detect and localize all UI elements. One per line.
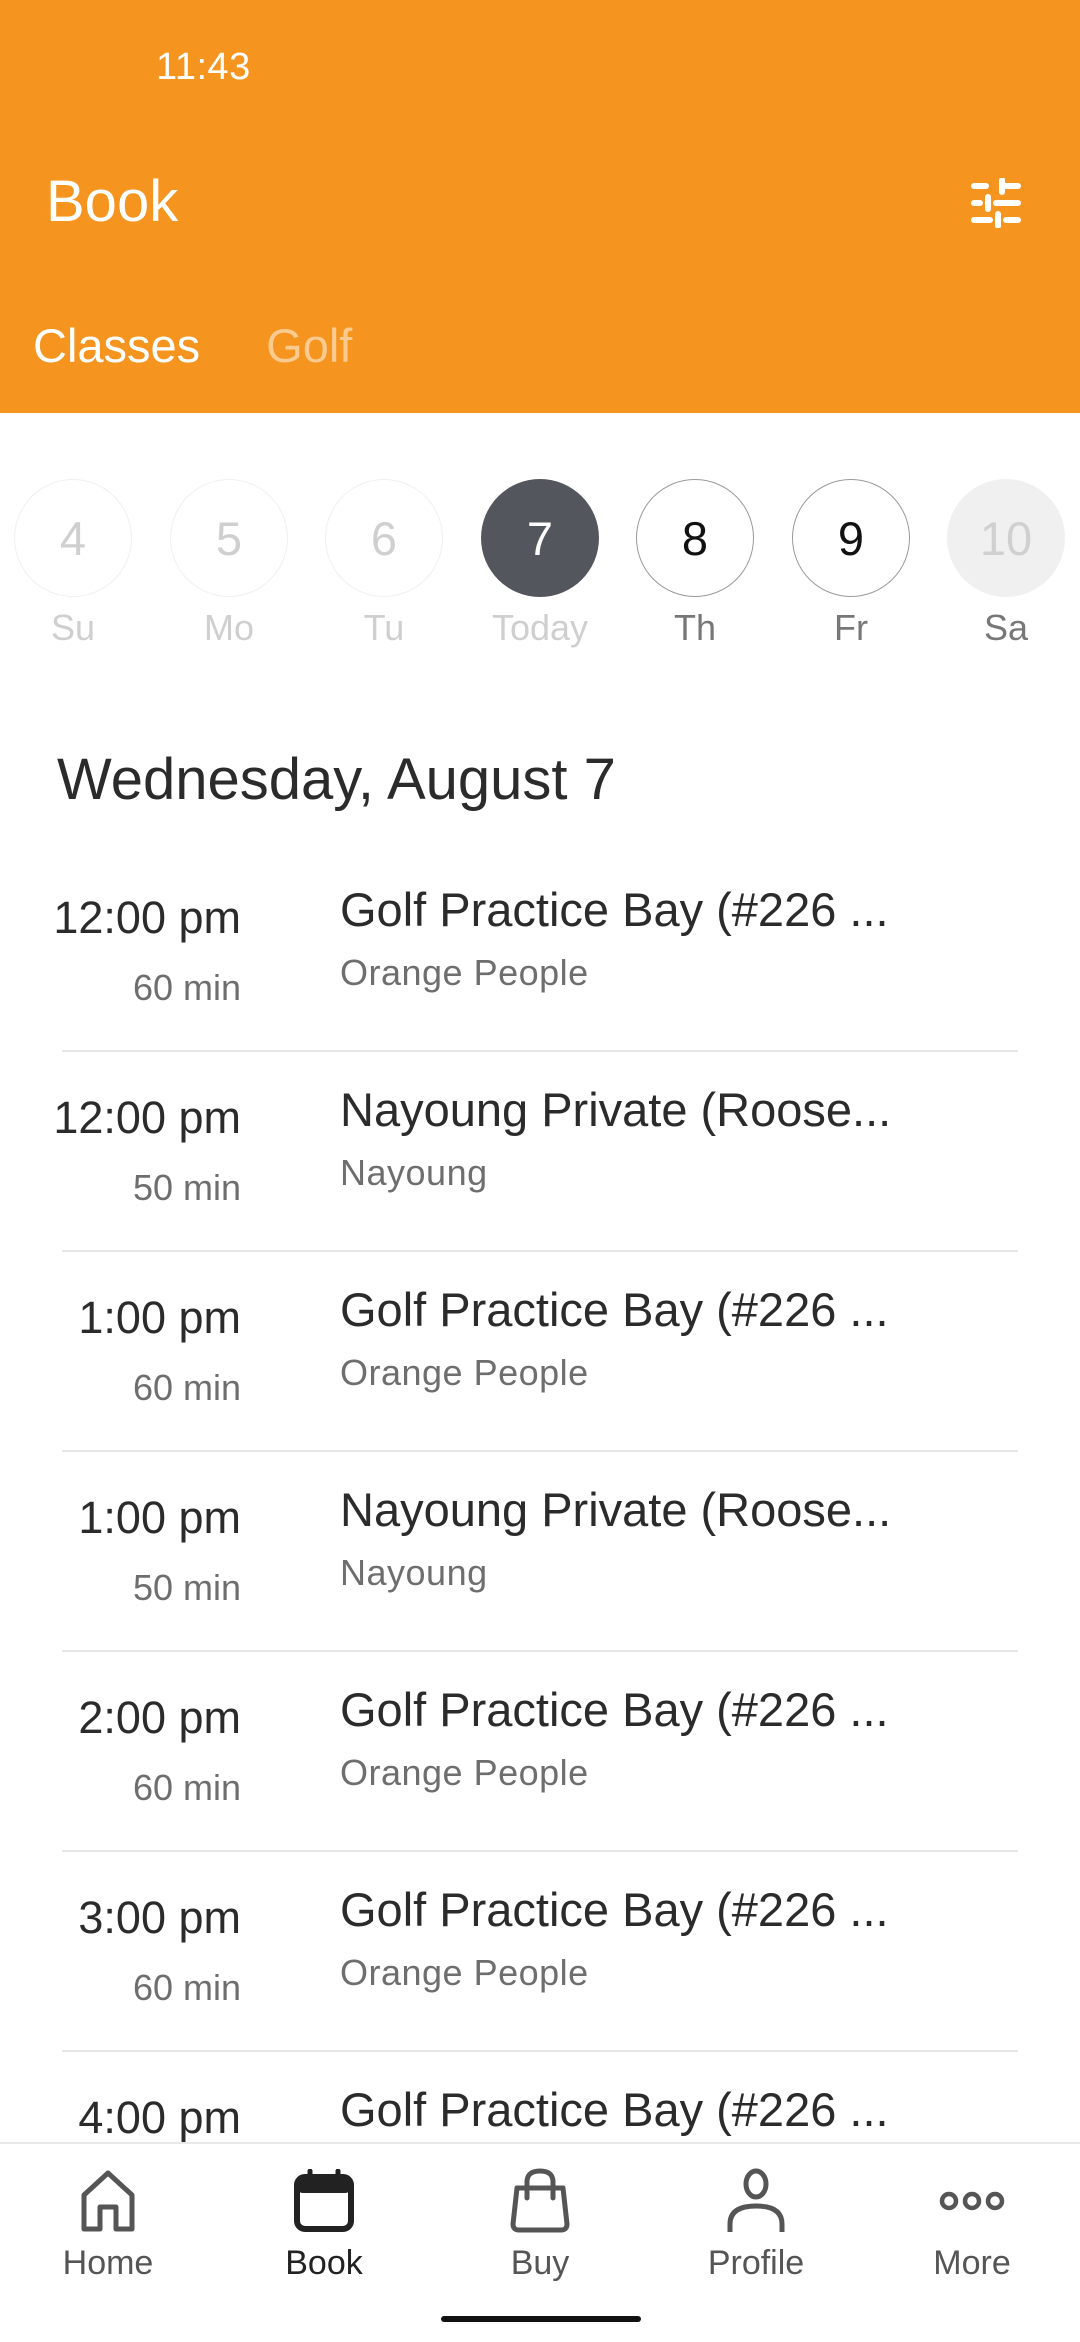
class-name: Nayoung Private (Roose... — [340, 1483, 892, 1536]
class-duration: 50 min — [132, 1567, 241, 1608]
nav-label: Book — [285, 2244, 363, 2282]
class-duration: 50 min — [132, 1167, 241, 1208]
bottom-nav: Home Book Buy Profile More — [0, 2142, 1080, 2342]
class-time: 2:00 pm — [78, 1692, 241, 1743]
class-time: 1:00 pm — [78, 1292, 241, 1343]
class-name: Nayoung Private (Roose... — [340, 1083, 892, 1136]
day-thursday[interactable]: 8 Th — [635, 479, 755, 649]
more-dots-icon — [937, 2166, 1007, 2236]
sliders-icon — [971, 178, 1021, 228]
category-tabs: Classes Golf — [33, 318, 352, 373]
list-item[interactable]: 3:00 pm 60 min Golf Practice Bay (#226 .… — [0, 1852, 1080, 2052]
class-time: 3:00 pm — [78, 1892, 241, 1943]
class-name: Golf Practice Bay (#226 ... — [340, 883, 889, 936]
calendar-icon — [289, 2166, 359, 2236]
class-instructor: Nayoung — [340, 1552, 488, 1593]
nav-home[interactable]: Home — [0, 2144, 216, 2294]
filter-button[interactable] — [960, 170, 1032, 236]
status-bar-time: 11:43 — [156, 46, 251, 88]
class-duration: 60 min — [132, 1767, 241, 1808]
day-label: Today — [491, 607, 589, 648]
day-number: 4 — [14, 479, 132, 597]
app-header: 11:43 Book Classes Golf — [0, 0, 1080, 413]
list-item[interactable]: 12:00 pm 60 min Golf Practice Bay (#226 … — [0, 852, 1080, 1052]
day-number: 8 — [636, 479, 754, 597]
nav-label: Home — [62, 2244, 154, 2282]
day-monday[interactable]: 5 Mo — [169, 479, 289, 649]
date-strip: 4 Su 5 Mo 6 Tu 7 Today 8 Th 9 Fr 10 Sa — [0, 479, 1080, 659]
day-today[interactable]: 7 Today — [480, 479, 600, 649]
day-number: 9 — [792, 479, 910, 597]
nav-label: More — [933, 2244, 1011, 2282]
class-name: Golf Practice Bay (#226 ... — [340, 2083, 889, 2136]
class-instructor: Nayoung — [340, 1152, 488, 1193]
shopping-bag-icon — [505, 2166, 575, 2236]
nav-profile[interactable]: Profile — [648, 2144, 864, 2294]
class-duration: 60 min — [132, 1967, 241, 2008]
day-label: Th — [673, 607, 716, 648]
date-heading: Wednesday, August 7 — [57, 747, 616, 812]
day-label: Mo — [203, 607, 254, 648]
day-sunday[interactable]: 4 Su — [13, 479, 133, 649]
class-time: 12:00 pm — [53, 1092, 241, 1143]
nav-book[interactable]: Book — [216, 2144, 432, 2294]
schedule-list[interactable]: 12:00 pm 60 min Golf Practice Bay (#226 … — [0, 852, 1080, 2252]
list-item[interactable]: 1:00 pm 60 min Golf Practice Bay (#226 .… — [0, 1252, 1080, 1452]
day-label: Tu — [363, 607, 405, 648]
person-icon — [721, 2166, 791, 2236]
nav-buy[interactable]: Buy — [432, 2144, 648, 2294]
page-title: Book — [46, 169, 179, 234]
nav-label: Buy — [510, 2244, 570, 2282]
day-number: 10 — [947, 479, 1065, 597]
day-number: 5 — [170, 479, 288, 597]
day-label: Su — [50, 607, 96, 648]
day-label: Sa — [983, 607, 1029, 648]
class-duration: 60 min — [132, 967, 241, 1008]
day-saturday[interactable]: 10 Sa — [946, 479, 1066, 649]
class-duration: 60 min — [132, 1367, 241, 1408]
class-time: 4:00 pm — [78, 2092, 241, 2143]
home-icon — [73, 2166, 143, 2236]
tab-golf[interactable]: Golf — [266, 318, 352, 373]
class-instructor: Orange People — [340, 1752, 589, 1793]
class-instructor: Orange People — [340, 1352, 589, 1393]
class-instructor: Orange People — [340, 1952, 589, 1993]
class-name: Golf Practice Bay (#226 ... — [340, 1283, 889, 1336]
tab-classes[interactable]: Classes — [33, 318, 200, 373]
day-label: Fr — [834, 607, 868, 648]
class-name: Golf Practice Bay (#226 ... — [340, 1883, 889, 1936]
day-number-selected: 7 — [481, 479, 599, 597]
class-time: 1:00 pm — [78, 1492, 241, 1543]
day-number: 6 — [325, 479, 443, 597]
list-item[interactable]: 12:00 pm 50 min Nayoung Private (Roose..… — [0, 1052, 1080, 1252]
nav-more[interactable]: More — [864, 2144, 1080, 2294]
class-time: 12:00 pm — [53, 892, 241, 943]
day-tuesday[interactable]: 6 Tu — [324, 479, 444, 649]
day-friday[interactable]: 9 Fr — [791, 479, 911, 649]
home-indicator[interactable] — [441, 2316, 641, 2322]
class-name: Golf Practice Bay (#226 ... — [340, 1683, 889, 1736]
nav-label: Profile — [707, 2244, 805, 2282]
class-instructor: Orange People — [340, 952, 589, 993]
list-item[interactable]: 1:00 pm 50 min Nayoung Private (Roose...… — [0, 1452, 1080, 1652]
list-item[interactable]: 2:00 pm 60 min Golf Practice Bay (#226 .… — [0, 1652, 1080, 1852]
